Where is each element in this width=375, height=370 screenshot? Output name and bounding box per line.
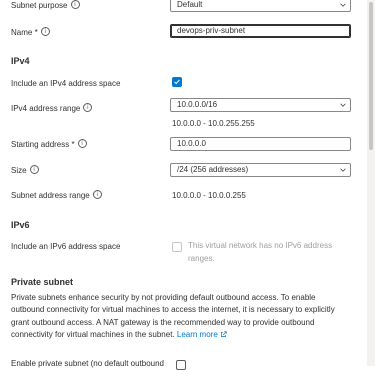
include-ipv6-checkbox[interactable] (172, 242, 182, 252)
size-value: /24 (256 addresses) (177, 165, 249, 174)
name-input[interactable]: devops-priv-subnet (170, 24, 351, 38)
private-subnet-description: Private subnets enhance security by not … (11, 292, 363, 341)
info-icon[interactable]: i (40, 27, 50, 37)
starting-address-label: Starting address * i (11, 139, 87, 149)
ipv4-range-label-text: IPv4 address range (11, 104, 81, 113)
chevron-down-icon (340, 3, 346, 7)
ipv4-range-value: 10.0.0.0/16 (177, 100, 218, 109)
include-ipv4-label: Include an IPv4 address space (11, 79, 121, 88)
starting-address-label-text: Starting address * (11, 140, 75, 149)
private-subnet-description-line4: connectivity for virtual machines in the… (11, 329, 363, 341)
include-ipv4-checkbox[interactable] (172, 77, 182, 87)
learn-more-link-text: Learn more (176, 329, 218, 339)
private-subnet-description-line2: outbound connectivity for virtual machin… (11, 305, 335, 315)
info-icon[interactable]: i (83, 103, 93, 113)
name-label: Name * i (11, 27, 50, 37)
private-subnet-description-line4-text: connectivity for virtual machines in the… (11, 329, 175, 339)
private-subnet-heading: Private subnet (11, 277, 74, 287)
ipv4-range-dropdown[interactable]: 10.0.0.0/16 (170, 98, 351, 112)
info-icon[interactable]: i (29, 165, 39, 175)
include-ipv6-label: Include an IPv6 address space (11, 242, 121, 251)
ipv6-disabled-note-line2: ranges. (188, 254, 215, 263)
external-link-icon (221, 331, 227, 338)
ipv4-range-detail: 10.0.0.0 - 10.0.255.255 (172, 119, 255, 128)
subnet-range-value: 10.0.0.0 - 10.0.0.255 (172, 191, 246, 200)
chevron-down-icon (340, 103, 346, 107)
checkmark-icon (174, 79, 180, 85)
ipv4-heading: IPv4 (11, 56, 30, 66)
enable-private-subnet-label: Enable private subnet (no default outbou… (11, 359, 165, 368)
subnet-purpose-dropdown[interactable]: Default (170, 0, 351, 12)
ipv6-heading: IPv6 (11, 220, 30, 230)
learn-more-link[interactable]: Learn more (177, 330, 227, 339)
ipv4-range-label: IPv4 address range i (11, 103, 93, 113)
starting-address-input[interactable]: 10.0.0.0 (170, 137, 351, 151)
subnet-purpose-label-text: Subnet purpose (11, 1, 68, 10)
starting-address-value: 10.0.0.0 (177, 139, 206, 148)
ipv6-disabled-note-line1: This virtual network has no IPv6 address (188, 241, 333, 250)
scrollbar-track[interactable] (367, 0, 375, 366)
size-label: Size i (11, 165, 39, 175)
info-icon[interactable]: i (77, 139, 87, 149)
scrollbar-thumb[interactable] (369, 2, 373, 150)
private-subnet-description-line1: Private subnets enhance security by not … (11, 293, 316, 302)
size-label-text: Size (11, 166, 27, 175)
info-icon[interactable]: i (70, 0, 80, 10)
enable-private-subnet-checkbox[interactable] (176, 360, 186, 370)
name-input-value: devops-priv-subnet (177, 26, 246, 35)
size-dropdown[interactable]: /24 (256 addresses) (170, 163, 351, 177)
name-label-text: Name * (11, 28, 38, 37)
private-subnet-description-line3: grant outbound access. A NAT gateway is … (11, 317, 315, 327)
info-icon[interactable]: i (92, 190, 102, 200)
chevron-down-icon (340, 168, 346, 172)
subnet-range-label-text: Subnet address range (11, 191, 90, 200)
subnet-purpose-label: Subnet purpose i (11, 0, 80, 10)
ipv6-disabled-note: This virtual network has no IPv6 address… (188, 239, 332, 265)
subnet-purpose-value: Default (177, 0, 203, 9)
subnet-range-label: Subnet address range i (11, 190, 102, 200)
